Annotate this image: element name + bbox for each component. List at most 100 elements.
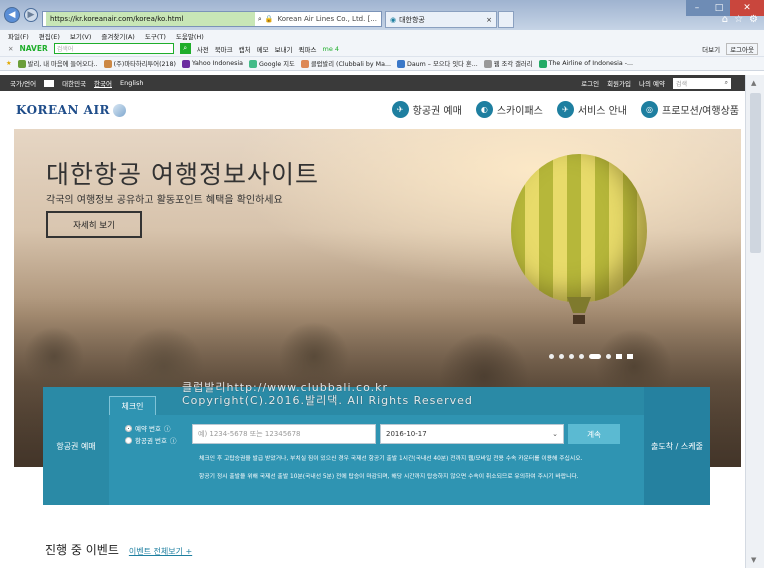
favorite-item[interactable]: 클럽발리 (Clubbali by Ma... bbox=[300, 59, 391, 68]
browser-tab[interactable]: ◉ 대한항공 × bbox=[385, 11, 497, 28]
taegeuk-icon bbox=[113, 103, 127, 117]
naver-quickpass[interactable]: 퀵파스 bbox=[299, 44, 317, 54]
events-all-link[interactable]: 이벤트 전체보기 + bbox=[129, 546, 192, 557]
favorite-item[interactable]: Google 지도 bbox=[249, 59, 295, 68]
play-icon[interactable] bbox=[627, 354, 633, 359]
watermark-line-2: Copyright(C).2016.발리댁. All Rights Reserv… bbox=[182, 394, 473, 407]
info-icon[interactable]: ⓘ bbox=[170, 435, 177, 445]
favorites-bar: ★ 발리, 내 마음에 들어오다.. (주)마타하리투어(218) Yahoo … bbox=[0, 57, 764, 71]
globe-icon: ◎ bbox=[641, 101, 659, 118]
radio-reservation-number[interactable]: 예약 번호 ⓘ bbox=[125, 423, 171, 433]
lang-korean[interactable]: 한국어 bbox=[94, 78, 112, 88]
radio-unchecked-icon[interactable] bbox=[125, 436, 132, 444]
carousel-dot[interactable] bbox=[559, 354, 564, 359]
login-link[interactable]: 로그인 bbox=[581, 78, 599, 88]
favorite-item[interactable]: The Airline of Indonesia -... bbox=[538, 59, 633, 68]
nav-service[interactable]: ✈ 서비스 안내 bbox=[556, 101, 628, 118]
menu-tools[interactable]: 도구(T) bbox=[145, 31, 166, 41]
hero-subtitle: 각국의 여행정보 공유하고 활동포인트 혜택을 확인하세요 bbox=[46, 195, 283, 206]
carousel-dot-active[interactable] bbox=[589, 354, 601, 359]
radio-ticket-number[interactable]: 항공권 번호 ⓘ bbox=[125, 435, 176, 445]
menu-file[interactable]: 파일(F) bbox=[8, 31, 29, 41]
tab-checkin[interactable]: 체크인 bbox=[109, 396, 156, 416]
favorites-star-icon[interactable]: ☆ bbox=[734, 14, 743, 25]
menu-help[interactable]: 도움말(H) bbox=[176, 31, 204, 41]
favorites-star-icon[interactable]: ★ bbox=[6, 60, 12, 67]
flag-icon bbox=[44, 79, 55, 87]
global-nav: ✈ 항공권 예매 ◐ 스카이패스 ✈ 서비스 안내 ◎ 프로모션/여행상품 bbox=[391, 101, 739, 118]
logo-text: KOREAN AIR bbox=[16, 103, 111, 117]
forward-button[interactable]: ▶ bbox=[24, 8, 38, 22]
site-search-input[interactable]: 검색 ⌕ bbox=[673, 77, 731, 89]
ticket-icon: ✈ bbox=[391, 101, 409, 118]
watermark: 클럽발리http://www.clubbali.co.kr Copyright(… bbox=[182, 381, 473, 407]
nav-booking[interactable]: ✈ 항공권 예매 bbox=[391, 101, 462, 118]
arrival-schedule-link[interactable]: 출도착 / 스케줄 bbox=[644, 387, 710, 505]
settings-gear-icon[interactable]: ⚙ bbox=[749, 14, 758, 25]
favorite-item[interactable]: (주)마타하리투어(218) bbox=[103, 59, 176, 68]
page-scrollbar[interactable]: ▲ ▼ bbox=[745, 75, 764, 568]
carousel-dot[interactable] bbox=[579, 354, 584, 359]
favorite-item[interactable]: 웹 조각 갤러리 bbox=[483, 59, 533, 68]
hero-detail-button[interactable]: 자세히 보기 bbox=[46, 211, 142, 238]
minimize-icon[interactable]: – bbox=[686, 0, 708, 16]
carousel-dot[interactable] bbox=[606, 354, 611, 359]
naver-memo[interactable]: 메모 bbox=[257, 44, 269, 54]
scroll-down-icon[interactable]: ▼ bbox=[751, 556, 756, 564]
naver-dictionary[interactable]: 사전 bbox=[197, 44, 209, 54]
search-icon[interactable]: ⌕ bbox=[725, 79, 728, 87]
scroll-up-icon[interactable]: ▲ bbox=[751, 79, 756, 87]
naver-search-input[interactable]: 검색어 bbox=[53, 43, 174, 54]
naver-search-icon[interactable]: ⌕ bbox=[179, 43, 191, 54]
booking-left-label[interactable]: 항공권 예매 bbox=[43, 387, 109, 505]
nav-skypass-label: 스카이패스 bbox=[496, 106, 543, 117]
new-tab-button[interactable] bbox=[498, 11, 514, 28]
carousel-indicators bbox=[549, 354, 633, 359]
naver-more[interactable]: 더보기 bbox=[702, 44, 720, 54]
my-reservation-link[interactable]: 나의 예약 bbox=[639, 78, 665, 88]
reservation-number-input[interactable]: 예) 1234-5678 또는 12345678 bbox=[192, 424, 376, 444]
close-tab-icon[interactable]: × bbox=[486, 16, 492, 24]
favorite-item[interactable]: Daum – 모으다 잇다 혼... bbox=[396, 59, 478, 68]
home-icon[interactable]: ⌂ bbox=[722, 14, 728, 25]
country-language[interactable]: 국가/언어 bbox=[10, 78, 36, 88]
menu-edit[interactable]: 편집(E) bbox=[39, 31, 60, 41]
continue-button[interactable]: 계속 bbox=[568, 424, 620, 444]
site-identity[interactable]: Korean Air Lines Co., Ltd. [... bbox=[274, 15, 381, 23]
carousel-dot[interactable] bbox=[569, 354, 574, 359]
naver-send[interactable]: 보내기 bbox=[275, 44, 293, 54]
favorite-item[interactable]: 발리, 내 마음에 들어오다.. bbox=[17, 59, 98, 68]
menu-view[interactable]: 보기(V) bbox=[70, 31, 91, 41]
hero-title: 대한항공 여행정보사이트 bbox=[46, 160, 319, 189]
lang-english[interactable]: English bbox=[120, 79, 143, 87]
pause-icon[interactable] bbox=[616, 354, 622, 359]
nav-promotion[interactable]: ◎ 프로모션/여행상품 bbox=[641, 101, 739, 118]
naver-logout[interactable]: 로그아웃 bbox=[726, 42, 758, 55]
naver-toolbar: ✕ NAVER 검색어 ⌕ 사전 북마크 캡처 메모 보내기 퀵파스 me 4 … bbox=[0, 41, 764, 57]
carousel-dot[interactable] bbox=[549, 354, 554, 359]
country-korea[interactable]: 대한민국 bbox=[62, 78, 86, 88]
naver-capture[interactable]: 캡처 bbox=[239, 44, 251, 54]
back-button[interactable]: ◀ bbox=[4, 7, 20, 23]
radio-checked-icon[interactable] bbox=[125, 424, 132, 432]
toolbar-close-icon[interactable]: ✕ bbox=[8, 45, 13, 53]
address-bar[interactable]: https://kr.koreanair.com/korea/ko.html ⌕… bbox=[42, 11, 382, 27]
naver-me[interactable]: me 4 bbox=[323, 45, 340, 53]
search-icon[interactable]: ⌕ bbox=[255, 15, 265, 24]
date-select[interactable]: 2016-10-17 ⌄ bbox=[380, 424, 564, 444]
chevron-down-icon[interactable]: ⌄ bbox=[552, 430, 558, 438]
nav-skypass[interactable]: ◐ 스카이패스 bbox=[475, 101, 543, 118]
favorite-item[interactable]: Yahoo Indonesia bbox=[182, 59, 243, 68]
info-icon[interactable]: ⓘ bbox=[164, 423, 171, 433]
date-value: 2016-10-17 bbox=[386, 430, 427, 438]
naver-bookmark[interactable]: 북마크 bbox=[215, 44, 233, 54]
signup-link[interactable]: 회원가입 bbox=[607, 78, 631, 88]
events-title: 진행 중 이벤트 bbox=[45, 543, 119, 557]
radio-reservation-label: 예약 번호 bbox=[135, 425, 161, 433]
nav-service-label: 서비스 안내 bbox=[577, 106, 628, 117]
korean-air-logo[interactable]: KOREAN AIR bbox=[16, 103, 127, 117]
radio-ticket-label: 항공권 번호 bbox=[135, 437, 167, 445]
scroll-thumb[interactable] bbox=[750, 93, 761, 253]
menu-favorites[interactable]: 즐겨찾기(A) bbox=[101, 31, 134, 41]
address-url[interactable]: https://kr.koreanair.com/korea/ko.html bbox=[46, 12, 255, 26]
